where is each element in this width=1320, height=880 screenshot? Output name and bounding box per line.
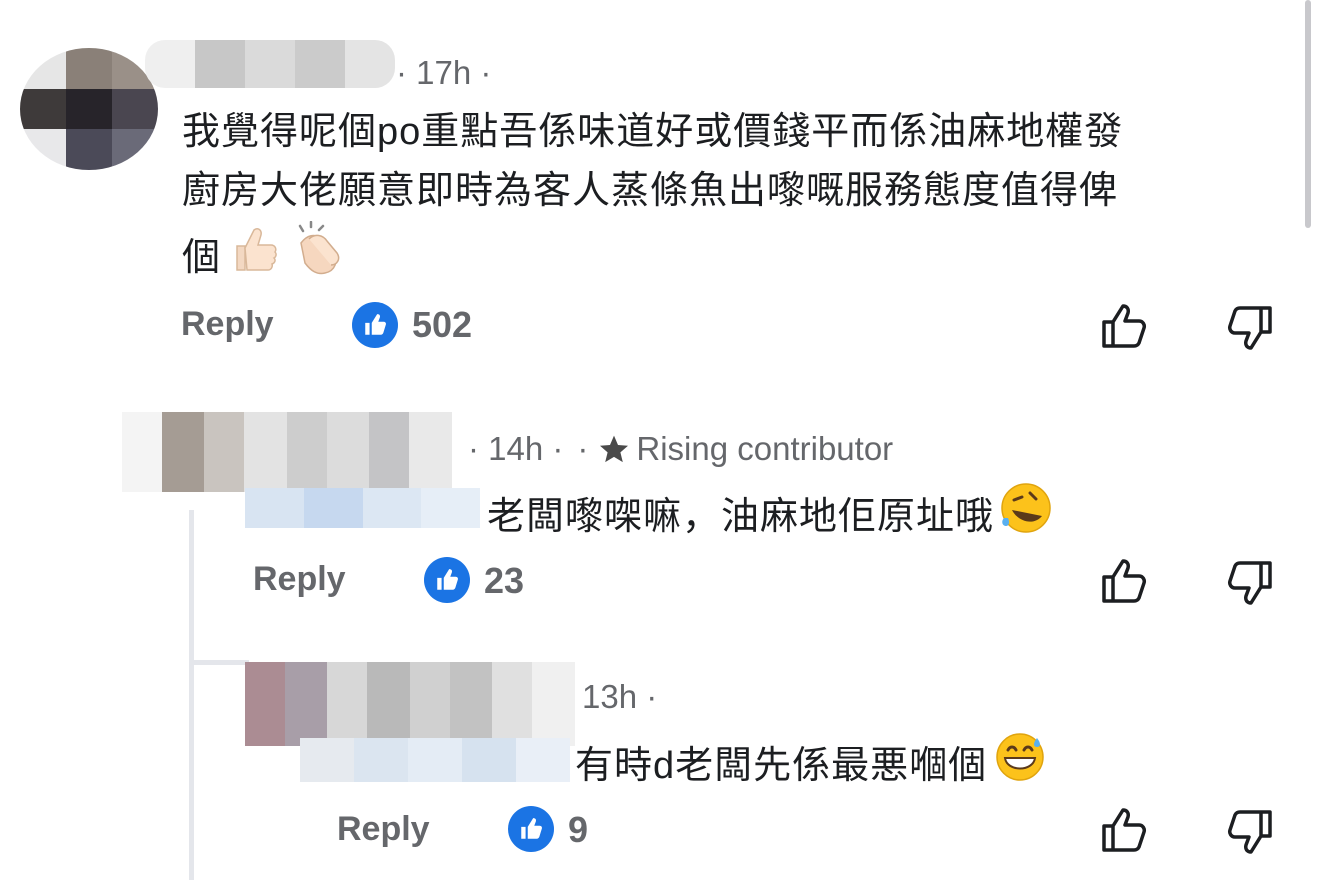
thumbs-down-icon[interactable] [1224,559,1274,607]
thumbs-up-icon[interactable] [1100,806,1150,854]
rising-contributor-badge: Rising contributor [636,430,894,467]
like-badge-icon [424,557,470,603]
thumbs-up-icon[interactable] [1100,302,1150,350]
comment-text-line: 個 [182,220,1292,295]
avatar[interactable] [245,662,575,746]
scrollbar[interactable] [1305,0,1311,228]
comment-text: 有時d老闆先係最悪嗰個 [575,730,1047,802]
thumbs-down-icon[interactable] [1224,304,1274,352]
like-count[interactable]: 9 [568,809,588,851]
comment-text-line: 廚房大佬願意即時為客人蒸條魚出嚟嘅服務態度值得俾 [182,170,1119,212]
star-icon [598,433,630,465]
rolling-laughing-emoji [998,480,1054,554]
commenter-name[interactable] [245,488,480,528]
comment-timestamp: 13h · [582,678,658,715]
thread-line [189,510,194,880]
like-count[interactable]: 23 [484,560,524,602]
thumbs-up-icon[interactable] [1100,557,1150,605]
grinning-sweat-emoji [993,730,1047,802]
comment-text-line: 我覺得呢個po重點吾係味道好或價錢平而係油麻地權發 [182,111,1124,153]
avatar[interactable] [20,48,158,170]
reply-button[interactable]: Reply [253,560,346,599]
reply-button[interactable]: Reply [181,305,274,344]
thumbs-down-icon[interactable] [1224,808,1274,856]
avatar[interactable] [122,412,452,492]
comment-timestamp: · 14h · · Rising contributor [468,430,894,467]
reply-button[interactable]: Reply [337,810,430,849]
thumbs-up-emoji [227,222,281,294]
like-badge-icon [352,302,398,348]
clapping-hands-emoji [289,220,345,295]
comment-text: 老闆嚟㗎嘛，油麻地佢原址哦 [487,480,1054,554]
comment-text: 我覺得呢個po重點吾係味道好或價錢平而係油麻地權發 廚房大佬願意即時為客人蒸條魚… [182,103,1292,295]
like-count[interactable]: 502 [412,304,472,346]
commenter-name[interactable] [145,40,395,88]
like-badge-icon [508,806,554,852]
commenter-name[interactable] [300,738,570,782]
thread-connector [189,660,249,665]
comment-timestamp: · 17h · [396,54,492,91]
